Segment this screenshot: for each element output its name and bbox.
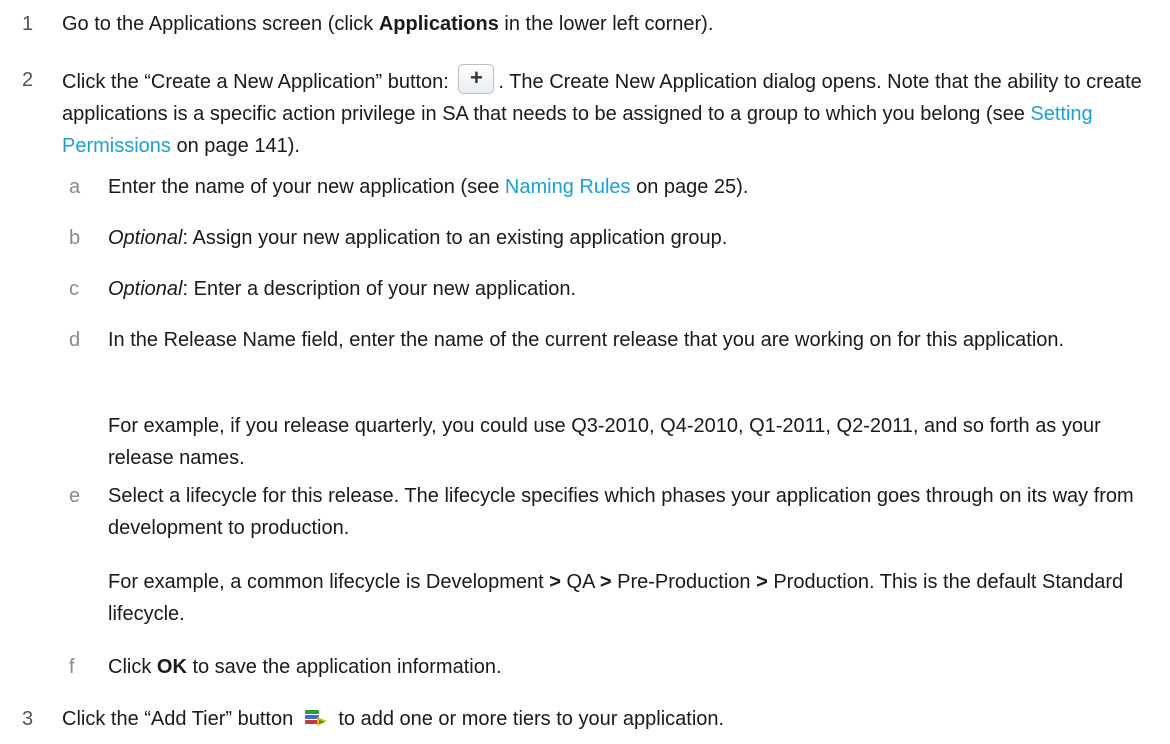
substep-text: In the Release Name field, enter the nam… <box>108 329 1065 351</box>
step-number: 2 <box>22 69 34 91</box>
step-number: 1 <box>22 13 34 35</box>
substep-text: Enter the name of your new application (… <box>108 176 505 198</box>
substep-text: on page 25). <box>630 176 749 198</box>
optional-label: Optional <box>108 278 183 300</box>
applications-link-text: Applications <box>378 13 499 35</box>
add-tier-icon <box>304 710 327 726</box>
substep-text: : Enter a description of your new applic… <box>182 278 577 300</box>
ok-label: OK <box>156 656 187 678</box>
step-text: Click the “Create a New Application” but… <box>62 71 455 93</box>
substep-letter: e <box>69 485 81 507</box>
step-text: in the lower left corner). <box>498 13 714 35</box>
substep-text: : Assign your new application to an exis… <box>182 227 728 249</box>
substep-letter: b <box>69 227 81 249</box>
step-text: Click the “Add Tier” button <box>62 708 299 730</box>
substep-text: Click <box>108 656 157 678</box>
create-application-button-image: + <box>458 64 495 94</box>
naming-rules-link[interactable]: Naming Rules <box>505 176 631 198</box>
substep-text: Select a lifecycle for this release. The… <box>108 485 1134 539</box>
note-text: QA <box>560 571 600 593</box>
plus-icon: + <box>469 65 483 90</box>
substep-d-note: For example, if you release quarterly, y… <box>108 415 1101 469</box>
arrow-right-icon: > <box>756 571 768 593</box>
substep-letter: a <box>69 176 81 198</box>
step-number: 3 <box>22 708 34 730</box>
substep-e-note: For example, a common lifecycle is Devel… <box>108 566 1152 630</box>
note-text: Pre-Production <box>611 571 757 593</box>
substep-text: to save the application information. <box>186 656 502 678</box>
optional-label: Optional <box>108 227 183 249</box>
substep-letter: f <box>69 656 75 678</box>
step-text: to add one or more tiers to your applica… <box>332 708 725 730</box>
arrow-right-icon: > <box>549 571 561 593</box>
note-text: For example, a common lifecycle is Devel… <box>108 571 550 593</box>
substep-letter: d <box>69 329 81 351</box>
substep-letter: c <box>69 278 79 300</box>
step-text: on page 141). <box>170 135 300 157</box>
step-text: Go to the Applications screen (click <box>62 13 379 35</box>
arrow-right-icon: > <box>599 571 612 593</box>
